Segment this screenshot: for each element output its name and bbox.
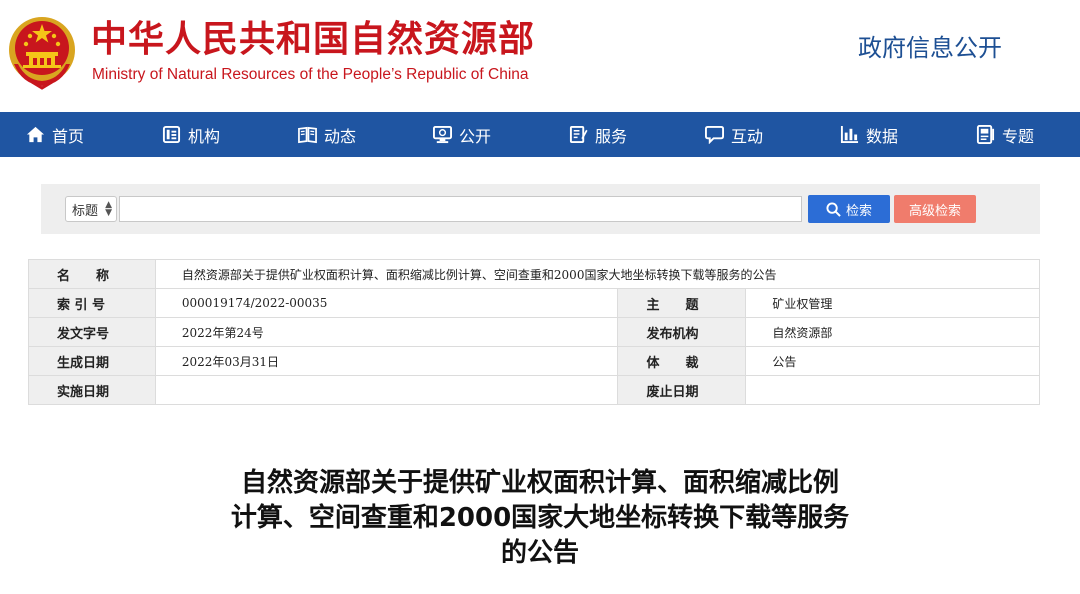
main-nav: 首页 机构 动态 公开 服务 互动 数据 专题	[0, 112, 1080, 157]
gov-info-disclosure-link[interactable]: 政府信息公开	[858, 28, 1002, 63]
search-panel: 标题 ▲ ▼ 检索 高级检索	[41, 184, 1040, 234]
site-subtitle-en: Ministry of Natural Resources of the Peo…	[92, 66, 529, 83]
subject-label: 主 题	[617, 288, 747, 318]
site-title[interactable]: 中华人民共和国自然资源部	[91, 18, 535, 60]
abolish-date-value	[745, 375, 1040, 405]
subject-value: 矿业权管理	[745, 288, 1040, 318]
name-value: 自然资源部关于提供矿业权面积计算、面积缩减比例计算、空间查重和2000国家大地坐…	[154, 259, 1041, 289]
abolish-date-label: 废止日期	[617, 375, 747, 405]
national-emblem-icon	[9, 17, 75, 90]
nav-item-data[interactable]: 数据	[840, 112, 898, 157]
search-type-select[interactable]: 标题 ▲ ▼	[65, 196, 117, 222]
genre-label: 体 裁	[617, 346, 747, 376]
issuer-label: 发布机构	[617, 317, 747, 347]
search-button[interactable]: 检索	[808, 195, 890, 223]
issuer-value: 自然资源部	[745, 317, 1040, 347]
monitor-icon	[433, 125, 452, 144]
updown-caret-icon: ▲ ▼	[105, 200, 112, 218]
search-type-value: 标题	[72, 203, 99, 219]
org-icon	[162, 125, 181, 144]
topic-icon	[976, 125, 995, 144]
created-date-label: 生成日期	[28, 346, 156, 376]
search-icon	[826, 201, 841, 217]
home-icon	[26, 126, 45, 143]
nav-item-label: 首页	[52, 126, 85, 146]
book-icon	[298, 126, 317, 144]
doc-number-value: 2022年第24号	[154, 317, 619, 347]
index-value: 000019174/2022-00035	[154, 288, 619, 318]
genre-value: 公告	[745, 346, 1040, 376]
document-edit-icon	[569, 125, 588, 144]
nav-item-service[interactable]: 服务	[569, 112, 627, 157]
table-row: 生成日期 2022年03月31日 体 裁 公告	[28, 346, 1040, 376]
nav-item-news[interactable]: 动态	[298, 112, 356, 157]
name-label: 名 称	[28, 259, 156, 289]
table-row: 名 称 自然资源部关于提供矿业权面积计算、面积缩减比例计算、空间查重和2000国…	[28, 259, 1041, 289]
nav-item-public[interactable]: 公开	[433, 112, 491, 157]
site-header: 中华人民共和国自然资源部 Ministry of Natural Resourc…	[0, 0, 1080, 112]
effective-date-label: 实施日期	[28, 375, 156, 405]
nav-item-label: 公开	[459, 126, 492, 146]
created-date-value: 2022年03月31日	[154, 346, 619, 376]
table-row: 发文字号 2022年第24号 发布机构 自然资源部	[28, 317, 1040, 347]
search-input[interactable]	[119, 196, 802, 222]
nav-item-topic[interactable]: 专题	[976, 112, 1034, 157]
table-row: 索 引 号 000019174/2022-00035 主 题 矿业权管理	[28, 288, 1040, 318]
nav-item-label: 服务	[595, 126, 628, 146]
advanced-search-button[interactable]: 高级检索	[894, 195, 976, 223]
doc-number-label: 发文字号	[28, 317, 156, 347]
search-button-label: 检索	[845, 203, 872, 219]
nav-item-label: 互动	[731, 126, 764, 146]
nav-item-org[interactable]: 机构	[162, 112, 220, 157]
article-title-line: 计算、空间查重和2000国家大地坐标转换下载等服务	[230, 503, 850, 533]
nav-item-label: 机构	[188, 126, 221, 146]
nav-item-interact[interactable]: 互动	[705, 112, 763, 157]
table-row: 实施日期 废止日期	[28, 375, 1040, 405]
article-title-line: 的公告	[500, 538, 579, 568]
document-info-table: 名 称 自然资源部关于提供矿业权面积计算、面积缩减比例计算、空间查重和2000国…	[28, 259, 1041, 405]
chat-icon	[705, 125, 724, 144]
nav-item-label: 动态	[324, 126, 357, 146]
article-title: 自然资源部关于提供矿业权面积计算、面积缩减比例 计算、空间查重和2000国家大地…	[140, 466, 940, 571]
article-title-line: 自然资源部关于提供矿业权面积计算、面积缩减比例	[240, 468, 839, 498]
bar-chart-icon	[840, 125, 859, 144]
effective-date-value	[154, 375, 619, 405]
nav-item-home[interactable]: 首页	[26, 112, 84, 157]
index-label: 索 引 号	[28, 288, 156, 318]
nav-item-label: 数据	[866, 126, 899, 146]
nav-item-label: 专题	[1002, 126, 1035, 146]
